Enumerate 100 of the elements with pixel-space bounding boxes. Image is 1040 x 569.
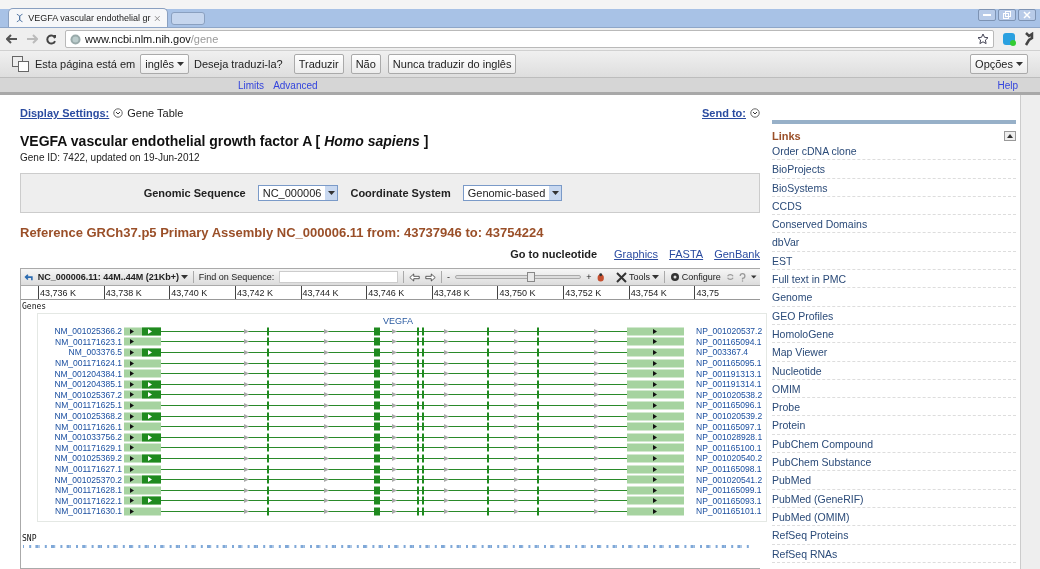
link-item[interactable]: PubMed (GeneRIF) <box>772 489 1016 508</box>
header-link[interactable]: Limits <box>238 80 265 92</box>
chevron-down-icon[interactable] <box>750 108 760 118</box>
protein-label[interactable]: NP_001020541.2 <box>684 474 766 485</box>
translate-button[interactable]: Traduzir <box>293 54 344 74</box>
transcript-label[interactable]: NM_001171626.1 <box>38 421 124 432</box>
link-item[interactable]: Genome <box>772 288 1016 307</box>
zoom-in-button[interactable]: + <box>586 272 592 282</box>
range-dropdown[interactable]: NC_000006.11: 44M..44M (21Kb+) <box>37 272 188 282</box>
collapse-button[interactable] <box>1004 131 1016 141</box>
close-icon[interactable] <box>154 14 161 22</box>
protein-label[interactable]: NP_001165097.1 <box>684 421 766 432</box>
link-item[interactable]: CCDS <box>772 196 1016 216</box>
display-settings-link[interactable]: Display Settings: <box>20 107 110 119</box>
zoom-slider[interactable] <box>454 275 582 279</box>
help-link[interactable]: Help <box>997 80 1018 92</box>
link-item[interactable]: RefSeq Proteins <box>772 526 1016 545</box>
protein-label[interactable]: NP_001165094.1 <box>684 336 766 347</box>
translate-button[interactable]: Nunca traduzir do inglês <box>387 54 517 74</box>
protein-label[interactable]: NP_001165095.1 <box>684 358 766 369</box>
translate-button[interactable]: Não <box>350 54 381 74</box>
link-item[interactable]: Order cDNA clone <box>772 142 1016 161</box>
back-icon[interactable] <box>6 34 18 44</box>
transcript-label[interactable]: NM_001171624.1 <box>38 358 124 369</box>
transcript-label[interactable]: NM_001204385.1 <box>38 379 124 390</box>
help-icon[interactable] <box>739 271 747 283</box>
browser-tab[interactable]: VEGFA vascular endothelial gr <box>8 8 168 27</box>
link-item[interactable]: PubMed <box>772 471 1016 490</box>
link-item[interactable]: GEO Profiles <box>772 306 1016 325</box>
protein-label[interactable]: NP_001020538.2 <box>684 389 766 400</box>
link-item[interactable]: HomoloGene <box>772 324 1016 344</box>
address-field[interactable]: www.ncbi.nlm.nih.gov/gene <box>65 30 994 48</box>
link-item[interactable]: BioSystems <box>772 178 1016 197</box>
goto-link[interactable]: Graphics <box>614 248 659 260</box>
scrollbar[interactable] <box>1020 95 1040 569</box>
sequence-dropdown[interactable]: NC_000006 <box>257 185 339 201</box>
transcript-label[interactable]: NM_001171627.1 <box>38 464 124 474</box>
protein-label[interactable]: NP_001020540.2 <box>684 453 766 464</box>
link-item[interactable]: PubChem Substance <box>772 453 1016 472</box>
undo-icon[interactable] <box>24 272 33 282</box>
protein-label[interactable]: NP_003367.4 <box>684 347 766 358</box>
transcript-label[interactable]: NM_001171622.1 <box>38 495 124 506</box>
protein-label[interactable]: NP_001020537.2 <box>684 326 766 337</box>
link-item[interactable]: dbVar <box>772 233 1016 252</box>
link-item[interactable]: Probe <box>772 398 1016 417</box>
link-item[interactable]: RefSeq RNAs <box>772 544 1016 563</box>
link-item[interactable]: Map Viewer <box>772 343 1016 362</box>
new-tab-button[interactable] <box>171 12 205 25</box>
forward-icon[interactable] <box>425 271 437 283</box>
link-item[interactable]: Full text in PMC <box>772 270 1016 289</box>
minimize-button[interactable] <box>978 9 996 21</box>
transcript-label[interactable]: NM_001171629.1 <box>38 442 124 453</box>
transcript-label[interactable]: NM_001171628.1 <box>38 485 124 496</box>
protein-label[interactable]: NP_001165100.1 <box>684 442 766 453</box>
link-item[interactable]: Protein <box>772 416 1016 435</box>
zoom-out-button[interactable]: - <box>446 272 450 282</box>
star-icon[interactable] <box>977 33 989 45</box>
zoom-slider-thumb[interactable] <box>526 272 535 282</box>
link-item[interactable]: BioProjects <box>772 160 1016 179</box>
protein-label[interactable]: NP_001165099.1 <box>684 485 766 496</box>
protein-label[interactable]: NP_001165098.1 <box>684 464 766 474</box>
link-item[interactable]: Conserved Domains <box>772 215 1016 234</box>
extension-icon[interactable] <box>1002 32 1016 46</box>
protein-label[interactable]: NP_001165096.1 <box>684 400 766 411</box>
transcript-label[interactable]: NM_001033756.2 <box>38 432 124 443</box>
transcript-label[interactable]: NM_001025369.2 <box>38 453 124 464</box>
transcript-label[interactable]: NM_001171630.1 <box>38 506 124 517</box>
restore-button[interactable] <box>998 9 1016 21</box>
link-item[interactable]: PubMed (OMIM) <box>772 507 1016 527</box>
goto-link[interactable]: FASTA <box>669 248 704 260</box>
transcript-label[interactable]: NM_001025368.2 <box>38 411 124 422</box>
header-link[interactable]: Advanced <box>273 80 318 92</box>
refresh-icon[interactable] <box>725 272 735 282</box>
link-item[interactable]: PubChem Compound <box>772 434 1016 454</box>
send-to-link[interactable]: Send to: <box>702 107 746 119</box>
transcript-label[interactable]: NM_001025367.2 <box>38 389 124 400</box>
protein-label[interactable]: NP_001028928.1 <box>684 432 766 443</box>
link-item[interactable]: Nucleotide <box>772 361 1016 380</box>
transcript-label[interactable]: NM_001171625.1 <box>38 400 124 411</box>
close-window-button[interactable] <box>1018 9 1036 21</box>
protein-label[interactable]: NP_001165101.1 <box>684 506 766 517</box>
find-field[interactable] <box>279 271 399 283</box>
transcript-label[interactable]: NM_001204384.1 <box>38 368 124 379</box>
transcript-label[interactable]: NM_001025366.2 <box>38 326 124 337</box>
link-item[interactable]: EST <box>772 251 1016 271</box>
options-button[interactable]: Opções <box>970 54 1028 74</box>
transcript-label[interactable]: NM_003376.5 <box>38 347 124 358</box>
bug-icon[interactable] <box>596 271 606 283</box>
coordinate-dropdown[interactable]: Genomic-based <box>462 185 563 201</box>
protein-label[interactable]: NP_001191313.1 <box>684 368 766 379</box>
language-dropdown[interactable]: inglês <box>140 54 190 74</box>
protein-label[interactable]: NP_001020539.2 <box>684 411 766 422</box>
chevron-down-icon[interactable] <box>113 108 124 118</box>
link-item[interactable]: OMIM <box>772 379 1016 399</box>
configure-button[interactable]: Configure <box>669 272 721 282</box>
tools-menu[interactable]: Tools <box>615 271 659 283</box>
transcript-label[interactable]: NM_001025370.2 <box>38 474 124 485</box>
back-icon[interactable] <box>409 271 421 283</box>
goto-link[interactable]: GenBank <box>714 248 760 260</box>
transcript-label[interactable]: NM_001171623.1 <box>38 336 124 347</box>
